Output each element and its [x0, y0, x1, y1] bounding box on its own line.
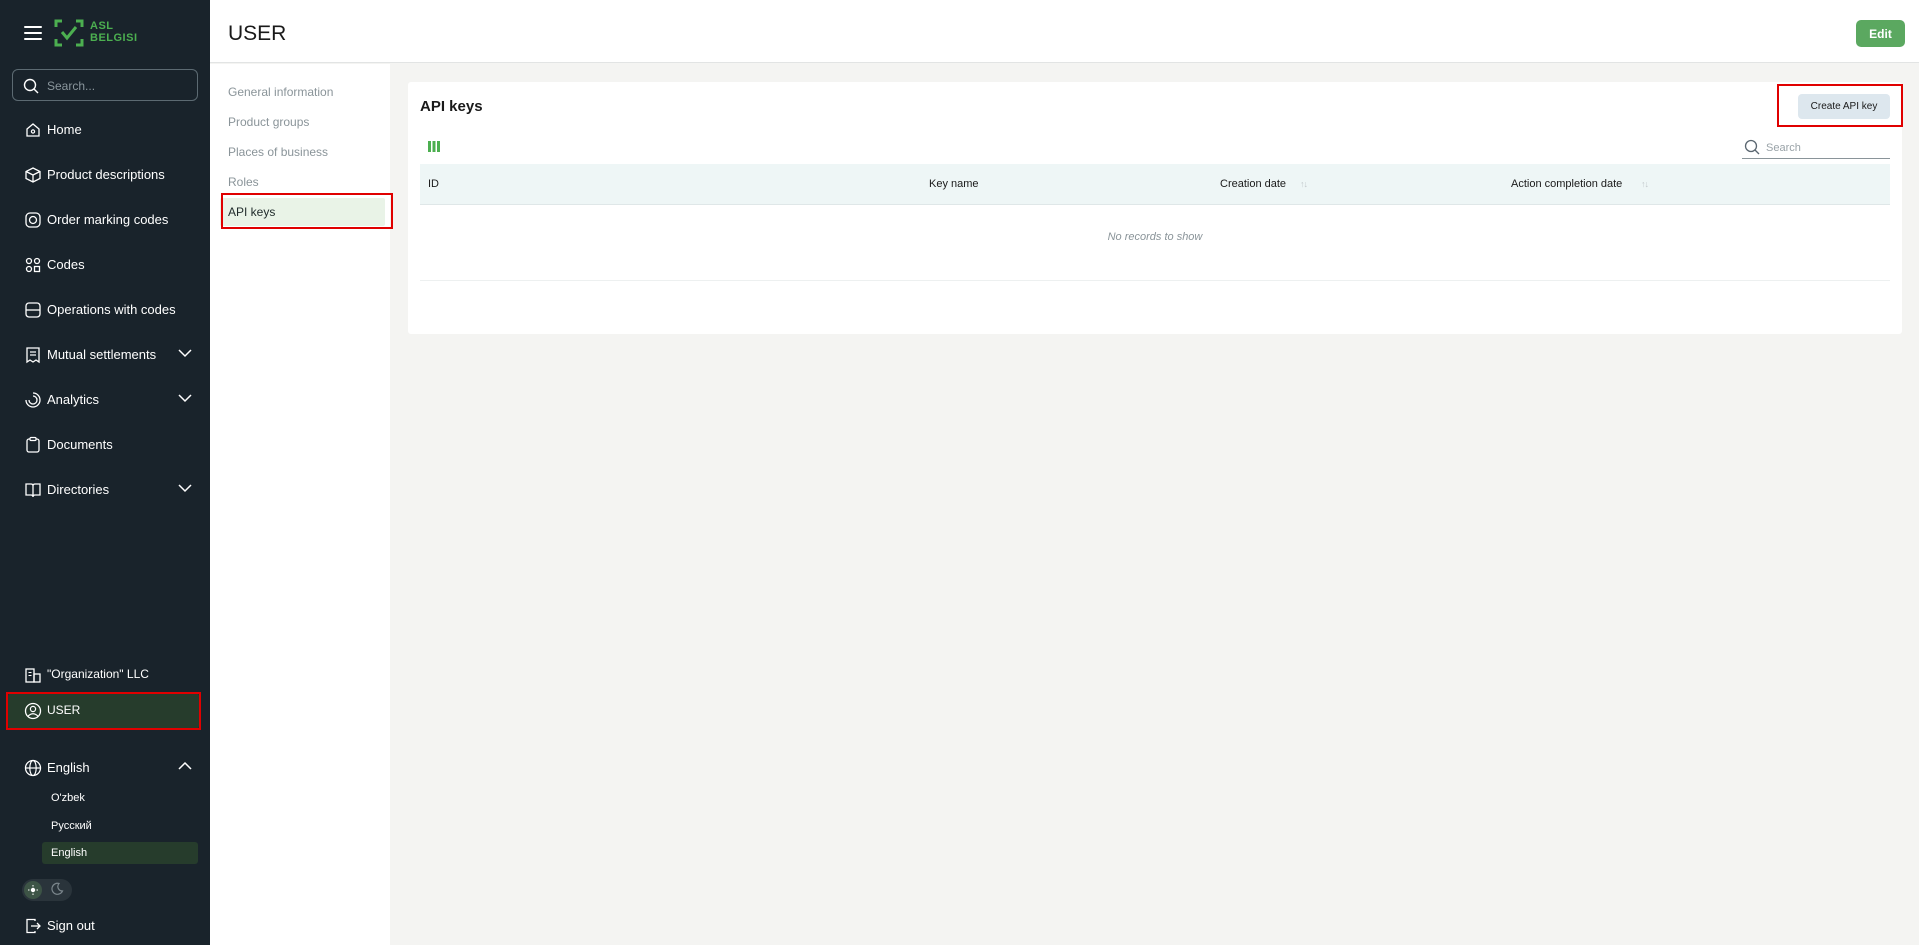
language-option-russian[interactable]: Русский [42, 815, 198, 837]
sidebar-item-order-marking-codes[interactable]: Order marking codes [0, 199, 210, 239]
chevron-up-icon[interactable] [178, 761, 192, 771]
page-header: USER Edit [210, 0, 1919, 63]
language-selector[interactable]: English [0, 747, 210, 787]
analytics-icon [25, 392, 41, 408]
language-option-english[interactable]: English [42, 842, 198, 864]
table-search-input[interactable] [1766, 140, 1886, 156]
tab-places-of-business[interactable]: Places of business [228, 145, 328, 159]
sign-out-icon [26, 918, 41, 934]
sidebar-item-home[interactable]: Home [0, 109, 210, 149]
search-icon [23, 78, 39, 94]
sidebar-item-operations-with-codes[interactable]: Operations with codes [0, 289, 210, 329]
sidebar-item-mutual-settlements[interactable]: Mutual settlements [0, 334, 210, 374]
empty-state: No records to show [1107, 231, 1203, 243]
language-label: English [47, 759, 90, 775]
sidebar-search[interactable] [12, 69, 198, 101]
sidebar-header: ASL BELGISI [0, 0, 210, 66]
chevron-down-icon[interactable] [178, 393, 192, 403]
card-title: API keys [420, 98, 483, 115]
box-icon [25, 167, 41, 183]
chevron-down-icon[interactable] [178, 348, 192, 358]
sidebar-item-label: Home [47, 121, 82, 137]
tab-api-keys[interactable]: API keys [220, 198, 385, 226]
sidebar-item-label: Order marking codes [47, 211, 169, 227]
edit-button[interactable]: Edit [1856, 20, 1905, 47]
clipboard-icon [26, 436, 40, 453]
operations-icon [25, 302, 41, 318]
sidebar-item-label: Product descriptions [47, 166, 165, 182]
sidebar-item-user[interactable]: USER [8, 693, 199, 729]
sun-icon[interactable] [24, 881, 42, 899]
tab-api-keys-label: API keys [228, 205, 276, 219]
columns-icon[interactable] [428, 141, 440, 152]
book-icon [25, 483, 41, 498]
logo-text: ASL BELGISI [90, 20, 138, 44]
page-title: USER [228, 22, 287, 45]
sidebar-item-organization[interactable]: "Organization" LLC [0, 654, 210, 694]
organization-name: "Organization" LLC [47, 667, 149, 681]
user-label: USER [47, 703, 81, 717]
column-header-creation-date[interactable]: Creation date [1220, 178, 1286, 190]
language-option-uzbek[interactable]: O'zbek [42, 787, 198, 809]
user-icon [24, 702, 42, 720]
api-keys-card: API keys Create API key ID Key name Crea… [408, 82, 1902, 334]
tab-general-information[interactable]: General information [228, 85, 333, 99]
sidebar-item-label: Mutual settlements [47, 346, 157, 362]
globe-icon [24, 759, 42, 777]
sidebar-item-directories[interactable]: Directories [0, 469, 210, 509]
theme-toggle[interactable] [22, 879, 72, 901]
sidebar-item-product-descriptions[interactable]: Product descriptions [0, 154, 210, 194]
sidebar-item-label: Analytics [47, 391, 100, 407]
menu-icon[interactable] [24, 26, 42, 40]
sort-icon[interactable]: ↑↓ [1641, 179, 1649, 189]
home-icon [26, 123, 40, 137]
order-codes-icon [25, 212, 41, 228]
column-header-action-completion-date[interactable]: Action completion date [1511, 178, 1622, 190]
table-footer [420, 280, 1890, 326]
sidebar-item-codes[interactable]: Codes [0, 244, 210, 284]
tab-roles[interactable]: Roles [228, 175, 259, 189]
moon-icon[interactable] [50, 882, 64, 896]
table-header: ID Key name Creation date ↑↓ Action comp… [420, 164, 1890, 205]
sidebar-item-analytics[interactable]: Analytics [0, 379, 210, 419]
sidebar-item-label: Directories [47, 481, 110, 497]
sidebar-item-label: Operations with codes [47, 301, 176, 317]
column-header-id[interactable]: ID [428, 178, 439, 190]
sign-out-button[interactable]: Sign out [0, 905, 210, 945]
chevron-down-icon[interactable] [178, 483, 192, 493]
sidebar-item-documents[interactable]: Documents [0, 424, 210, 464]
column-header-key-name[interactable]: Key name [929, 178, 979, 190]
tab-product-groups[interactable]: Product groups [228, 115, 309, 129]
building-icon [25, 668, 41, 683]
receipt-icon [26, 347, 40, 364]
sidebar-item-label: Codes [47, 256, 85, 272]
table-search[interactable] [1742, 137, 1890, 159]
create-api-key-button[interactable]: Create API key [1798, 94, 1890, 119]
sidebar-item-label: Documents [47, 436, 113, 452]
sort-icon[interactable]: ↑↓ [1300, 179, 1308, 189]
search-icon [1744, 139, 1760, 155]
sidebar-search-input[interactable] [47, 76, 187, 96]
logo-icon [54, 19, 84, 47]
profile-subnav: General information Product groups Place… [210, 64, 390, 945]
codes-icon [25, 257, 41, 273]
sign-out-label: Sign out [47, 917, 95, 933]
sidebar: ASL BELGISI Home Product descriptions Or… [0, 0, 210, 945]
